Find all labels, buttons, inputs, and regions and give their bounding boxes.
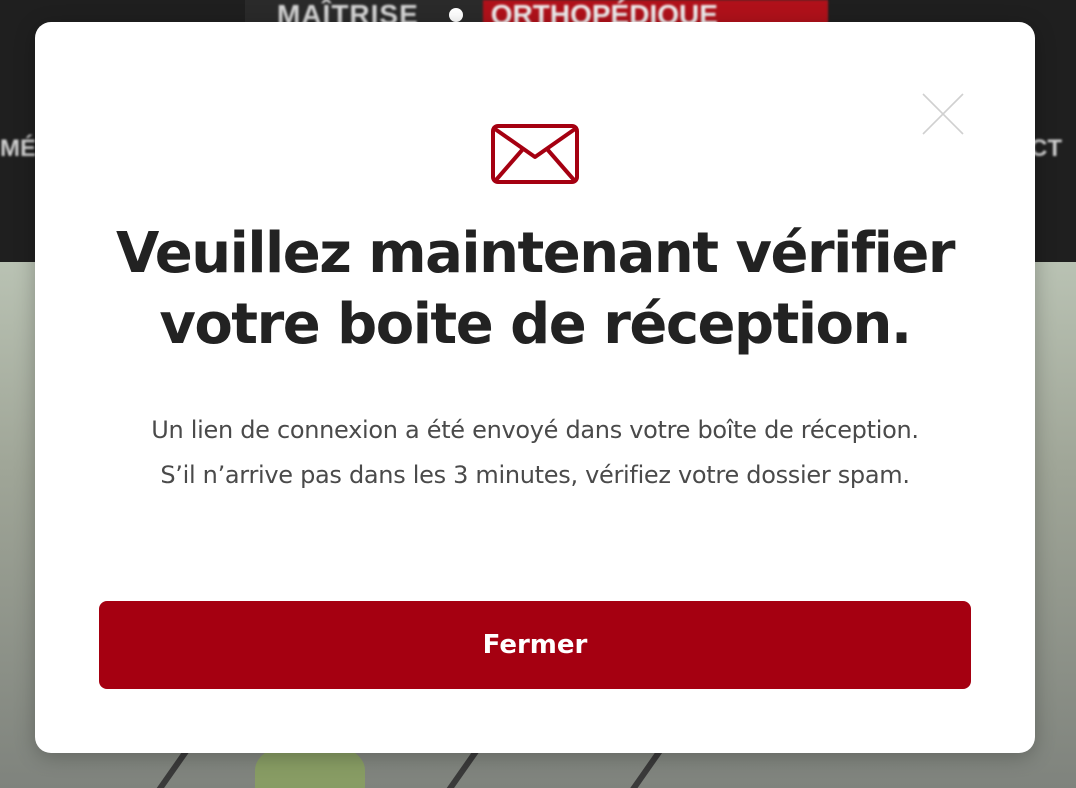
confirmation-dialog: Veuillez maintenant vérifier votre boite… <box>35 22 1035 753</box>
dialog-title-line-1: Veuillez maintenant vérifier <box>116 221 955 286</box>
logo-dot <box>448 8 463 22</box>
dialog-title: Veuillez maintenant vérifier votre boite… <box>75 218 995 360</box>
dialog-title-line-2: votre boite de réception. <box>159 292 912 357</box>
dialog-message: Un lien de connexion a été envoyé dans v… <box>151 416 919 489</box>
nav-item-partial-left: MÉ <box>0 135 36 162</box>
close-button[interactable]: Fermer <box>99 601 971 689</box>
close-icon[interactable] <box>921 92 965 136</box>
envelope-icon <box>490 123 580 185</box>
